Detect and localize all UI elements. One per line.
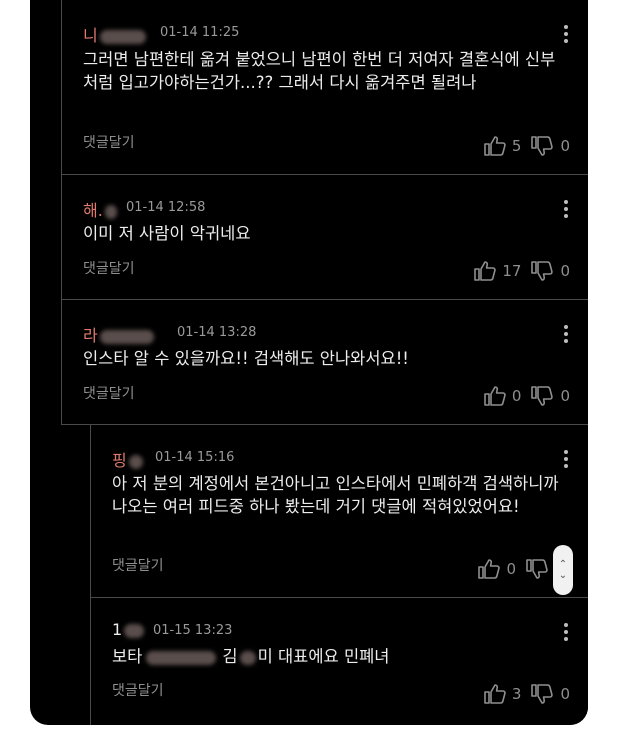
- comment-text-part: 보타: [112, 647, 143, 666]
- comment-item: 1 01-15 13:23 보타 김 미 대표에요 민폐녀 댓글달기 3 0: [90, 598, 588, 725]
- commenter-name-text: 니: [83, 26, 98, 45]
- thumbs-down-icon[interactable]: [531, 386, 554, 406]
- commenter-name-text: 1: [112, 620, 123, 639]
- like-count: 5: [511, 137, 522, 155]
- comment-list: 니 01-14 11:25 그러면 남편한테 옮겨 붙었으니 남편이 한번 더 …: [30, 0, 588, 725]
- vote-bar: 3 0: [484, 684, 570, 704]
- like-count: 0: [506, 560, 516, 578]
- commenter-name-text: 핑: [112, 451, 127, 470]
- comment-time: 01-14 15:16: [155, 450, 235, 465]
- comment-item: 니 01-14 11:25 그러면 남편한테 옮겨 붙었으니 남편이 한번 더 …: [61, 0, 588, 175]
- comment-text-part: 미 대표에요 민폐녀: [257, 647, 390, 666]
- thumbs-down-icon[interactable]: [531, 684, 554, 704]
- vote-bar: 17 0: [474, 261, 570, 281]
- reply-button[interactable]: 댓글달기: [83, 258, 135, 278]
- commenter-name[interactable]: 라: [83, 322, 154, 346]
- comment-text: 이미 저 사람이 악귀네요: [83, 224, 251, 243]
- comment-item: 핑 01-14 15:16 아 저 분의 계정에서 본건아니고 인스타에서 민폐…: [90, 425, 588, 598]
- like-count: 3: [511, 685, 522, 703]
- comment-text: 보타 김 미 대표에요 민폐녀: [112, 645, 568, 668]
- commenter-name[interactable]: 니: [83, 22, 146, 46]
- dislike-count: 0: [560, 262, 570, 280]
- blurred-name: [124, 623, 145, 638]
- dislike-count: 0: [560, 387, 570, 405]
- blurred-name: [128, 454, 143, 469]
- reply-button[interactable]: 댓글달기: [83, 132, 135, 152]
- more-vertical-icon[interactable]: [564, 450, 568, 468]
- vote-bar: 0 0: [484, 386, 570, 406]
- scroll-updown-icon[interactable]: ⌃ ⌄: [553, 545, 573, 595]
- thumbs-down-icon[interactable]: [526, 559, 548, 579]
- more-vertical-icon[interactable]: [564, 325, 568, 343]
- comment-text: 그러면 남편한테 옮겨 붙었으니 남편이 한번 더 저여자 결혼식에 신부처럼 …: [83, 50, 556, 92]
- thumbs-up-icon[interactable]: [484, 136, 506, 156]
- commenter-name-text: 해.: [83, 201, 103, 220]
- more-vertical-icon[interactable]: [564, 25, 568, 43]
- comment-time: 01-14 13:28: [177, 325, 257, 340]
- comment-text: 인스타 알 수 있을까요!! 검색해도 안나와서요!!: [83, 349, 409, 368]
- like-count: 17: [502, 262, 522, 280]
- comment-time: 01-14 11:25: [160, 25, 240, 40]
- like-count: 0: [511, 387, 522, 405]
- comment-text: 아 저 분의 계정에서 본건아니고 인스타에서 민폐하객 검색하니까 나오는 여…: [112, 474, 559, 516]
- commenter-name-text: 라: [83, 326, 98, 345]
- dislike-count: 0: [560, 685, 570, 703]
- chevron-down-icon: ⌄: [558, 570, 568, 581]
- dislike-count: 0: [560, 137, 570, 155]
- comment-item: 라 01-14 13:28 인스타 알 수 있을까요!! 검색해도 안나와서요!…: [61, 300, 588, 425]
- reply-button[interactable]: 댓글달기: [83, 383, 135, 403]
- vote-bar: 5 0: [484, 136, 570, 156]
- chevron-up-icon: ⌃: [558, 559, 568, 570]
- thumbs-down-icon[interactable]: [531, 136, 554, 156]
- comment-item: 해. 01-14 12:58 이미 저 사람이 악귀네요 댓글달기 17 0: [61, 175, 588, 300]
- thumbs-down-icon[interactable]: [531, 261, 554, 281]
- blurred-text: [146, 650, 217, 665]
- blurred-name: [99, 29, 146, 44]
- comment-time: 01-15 13:23: [153, 623, 233, 638]
- blurred-name: [99, 329, 154, 344]
- reply-button[interactable]: 댓글달기: [112, 555, 164, 575]
- vote-bar: 0: [478, 559, 548, 579]
- comment-time: 01-14 12:58: [126, 200, 206, 215]
- commenter-name[interactable]: 1: [112, 620, 145, 639]
- thumbs-up-icon[interactable]: [474, 261, 497, 281]
- thumbs-up-icon[interactable]: [484, 684, 506, 704]
- reply-button[interactable]: 댓글달기: [112, 680, 164, 700]
- more-vertical-icon[interactable]: [564, 623, 568, 641]
- thumbs-up-icon[interactable]: [484, 386, 506, 406]
- commenter-name[interactable]: 해.: [83, 197, 117, 221]
- commenter-name[interactable]: 핑: [112, 447, 143, 471]
- blurred-name: [104, 204, 117, 219]
- more-vertical-icon[interactable]: [564, 200, 568, 218]
- blurred-text: [239, 650, 256, 665]
- thumbs-up-icon[interactable]: [478, 559, 501, 579]
- comment-text-part: 김: [222, 647, 238, 666]
